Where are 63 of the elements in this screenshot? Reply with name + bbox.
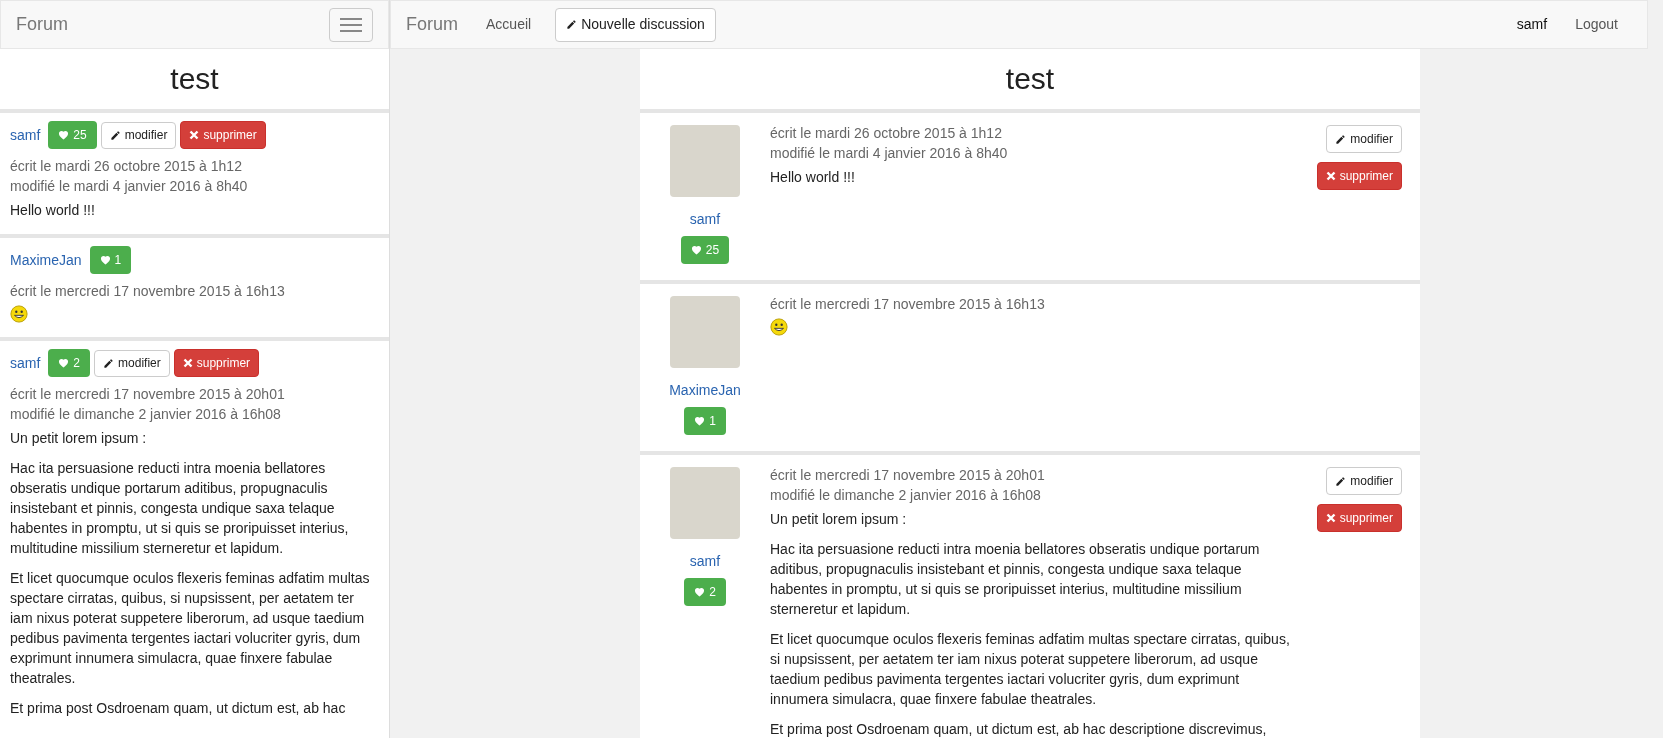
- heart-icon: [694, 416, 706, 426]
- edit-button[interactable]: modifier: [1326, 125, 1402, 153]
- heart-icon: [58, 358, 70, 368]
- author-link[interactable]: samf: [689, 551, 721, 572]
- post-text: Hac ita persuasione reducti intra moenia bellatores obseratis undique portarum aditibus, propugnaculis insistebant et pinnis, congesta undique saxa telaque habentes in promptu, ut si quis se proripuisset interius, multitudine missilium sterneretur et lapidum.: [10, 459, 350, 558]
- post-text: Et prima post Osdroenam quam, ut dictum est, ab hac: [10, 699, 347, 718]
- page-title: test: [169, 61, 220, 97]
- post-text: Hello world !!!: [770, 168, 856, 187]
- post-text: Un petit lorem ipsum :: [770, 510, 908, 529]
- delete-button[interactable]: supprimer: [180, 121, 266, 149]
- author-link[interactable]: samf: [10, 352, 41, 374]
- close-icon: [182, 358, 193, 368]
- photo-placeholder: [670, 296, 740, 368]
- close-icon: [1325, 513, 1336, 523]
- pencil-icon: [1335, 475, 1347, 487]
- post-text: Et prima post Osdroenam quam, ut dictum est, ab hac descriptione discrevimus,: [770, 720, 1268, 738]
- modified-date: modifié le dimanche 2 janvier 2016 à 16h08: [10, 405, 282, 424]
- heart-icon: [694, 587, 706, 597]
- heart-icon: [99, 255, 111, 265]
- edit-button[interactable]: modifier: [94, 349, 170, 377]
- written-date: écrit le mercredi 17 novembre 2015 à 20h01: [10, 385, 286, 404]
- photo-placeholder: [670, 467, 740, 539]
- pencil-icon: [109, 129, 121, 141]
- logout-link[interactable]: Logout: [1561, 14, 1632, 35]
- author-link[interactable]: MaximeJan: [10, 249, 82, 271]
- written-date: écrit le mardi 26 octobre 2015 à 1h12: [10, 157, 243, 176]
- close-icon: [1325, 171, 1336, 181]
- heart-icon: [58, 130, 70, 140]
- smiley-icon: [10, 305, 28, 323]
- post-text: Hac ita persuasione reducti intra moenia bellatores obseratis undique portarum aditibus, propugnaculis insistebant et pinnis, congesta undique saxa telaque habentes in promptu, ut si quis se proripuisset interius, multitudine missilium sterneretur et lapidum.: [770, 540, 1261, 619]
- delete-button[interactable]: supprimer: [1316, 504, 1402, 532]
- menu-button[interactable]: [329, 7, 373, 42]
- post-text: Hello world !!!: [10, 201, 96, 220]
- modified-date: modifié le dimanche 2 janvier 2016 à 16h08: [770, 486, 1042, 505]
- modified-date: modifié le mardi 4 janvier 2016 à 8h40: [10, 177, 249, 196]
- delete-button[interactable]: supprimer: [173, 349, 260, 377]
- nav-link[interactable]: Accueil: [472, 14, 546, 35]
- pencil-icon: [566, 19, 578, 30]
- edit-button[interactable]: modifier: [1326, 467, 1402, 495]
- post-text: Et licet quocumque oculos flexeris feminas adfatim multas spectare cirratas, quibus, si nupsissent, per aetatem ter iam nixus poterat suppetere liberorum, ad usque taedium pedibus pavimenta tergentes iactari volucriter gyris, dum exprimunt innumera simulacra, quae finxere fabulae theatrales.: [770, 630, 1290, 709]
- modified-date: modifié le mardi 4 janvier 2016 à 8h40: [770, 144, 1009, 163]
- heart-icon: [690, 245, 702, 255]
- written-date: écrit le mercredi 17 novembre 2015 à 20h01: [770, 466, 1046, 485]
- post-text: Un petit lorem ipsum :: [10, 429, 148, 448]
- written-date: écrit le mercredi 17 novembre 2015 à 16h13: [770, 295, 1046, 314]
- photo-placeholder: [670, 125, 740, 197]
- written-date: écrit le mardi 26 octobre 2015 à 1h12: [770, 124, 1003, 143]
- delete-button[interactable]: supprimer: [1316, 162, 1402, 190]
- author-link[interactable]: samf: [689, 209, 721, 230]
- brand[interactable]: Forum: [16, 11, 68, 38]
- author-link[interactable]: MaximeJan: [669, 380, 741, 401]
- page-title: test: [1004, 61, 1056, 97]
- smiley-icon: [770, 318, 788, 336]
- pencil-icon: [103, 357, 115, 369]
- new-discussion-button[interactable]: Nouvelle discussion: [555, 7, 716, 42]
- author-link[interactable]: samf: [10, 124, 41, 146]
- pencil-icon: [1335, 133, 1347, 145]
- written-date: écrit le mercredi 17 novembre 2015 à 16h13: [10, 282, 286, 301]
- user-name[interactable]: samf: [1502, 14, 1562, 35]
- brand[interactable]: Forum: [406, 11, 458, 38]
- post-text: Et licet quocumque oculos flexeris feminas adfatim multas spectare cirratas, quibus, si nupsissent, per aetatem ter iam nixus poterat suppetere liberorum, ad usque taedium pedibus pavimenta tergentes iactari volucriter gyris, dum exprimunt innumera simulacra, quae finxere fabulae theatrales.: [10, 569, 371, 688]
- edit-button[interactable]: modifier: [100, 121, 177, 149]
- close-icon: [189, 130, 200, 140]
